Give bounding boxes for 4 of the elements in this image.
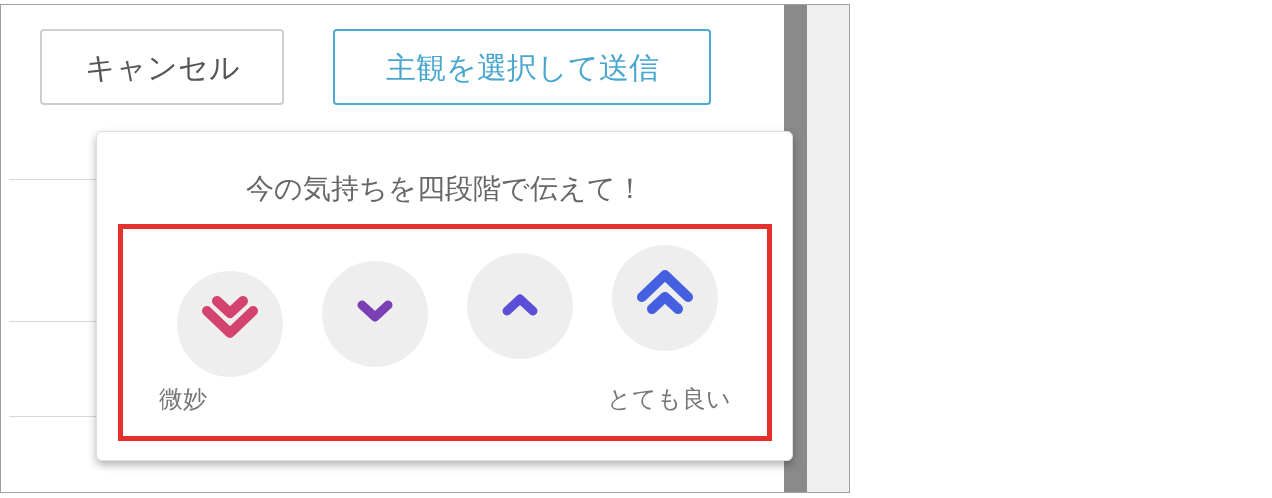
- popup-title: 今の気持ちを四段階で伝えて！: [245, 172, 644, 206]
- low-label: 微妙: [158, 384, 207, 414]
- high-label: とても良い: [606, 384, 731, 414]
- cancel-button[interactable]: キャンセル: [40, 29, 284, 105]
